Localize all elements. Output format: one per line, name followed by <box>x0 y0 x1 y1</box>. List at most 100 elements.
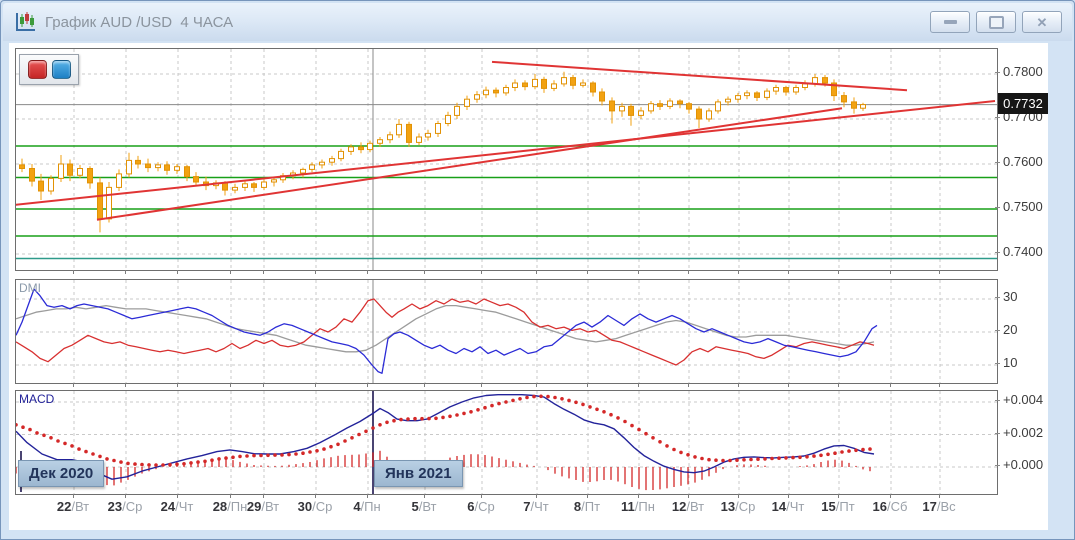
signal-dot <box>203 460 207 464</box>
dmi-axis-label: 10 <box>1003 355 1017 370</box>
signal-dot <box>238 455 242 459</box>
candle <box>861 105 866 109</box>
signal-dot <box>413 417 417 421</box>
signal-dot <box>168 463 172 467</box>
signal-dot <box>322 447 326 451</box>
signal-dot <box>112 459 116 463</box>
signal-dot <box>196 460 200 464</box>
candle <box>639 111 644 116</box>
candle <box>310 165 315 170</box>
signal-dot <box>742 458 746 462</box>
candle <box>330 159 335 163</box>
date-tick-label: 14/Чт <box>760 499 816 514</box>
date-tick-label: 29/Вт <box>235 499 291 514</box>
signal-dot <box>49 436 53 440</box>
tickmark <box>688 383 689 387</box>
date-tick-label: 12/Вт <box>660 499 716 514</box>
dmi-label: DMI <box>19 281 41 295</box>
candle <box>571 78 576 86</box>
signal-dot <box>847 449 851 453</box>
candle <box>407 124 412 142</box>
blue-marker-button[interactable] <box>52 60 71 79</box>
tickmark <box>536 270 537 274</box>
tickmark <box>638 494 639 498</box>
signal-dot <box>434 417 438 421</box>
candle <box>591 83 596 92</box>
date-tick-label: 8/Пт <box>559 499 615 514</box>
signal-dot <box>728 459 732 463</box>
candle <box>39 181 44 191</box>
signal-dot <box>637 428 641 432</box>
tickmark <box>177 270 178 274</box>
signal-dot <box>763 457 767 461</box>
signal-dot <box>630 424 634 428</box>
signal-dot <box>140 463 144 467</box>
tickmark <box>177 494 178 498</box>
signal-dot <box>210 458 214 462</box>
signal-dot <box>259 454 263 458</box>
signal-dot <box>385 421 389 425</box>
date-tick-label: 5/Вт <box>396 499 452 514</box>
candle <box>610 101 615 111</box>
window-titlebar[interactable]: График AUD /USD 4 ЧАСА ✕ <box>3 3 1072 41</box>
dmi-indicator-panel[interactable] <box>15 279 998 384</box>
candle <box>426 133 431 137</box>
signal-dot <box>602 410 606 414</box>
candle <box>494 90 499 93</box>
candle <box>784 88 789 93</box>
maximize-button[interactable] <box>976 11 1016 33</box>
tickmark <box>367 383 368 387</box>
signal-dot <box>574 401 578 405</box>
signal-dot <box>21 425 25 429</box>
tickmark <box>230 383 231 387</box>
signal-dot <box>686 453 690 457</box>
candle <box>117 174 122 188</box>
red-marker-button[interactable] <box>28 60 47 79</box>
candle <box>359 147 364 150</box>
tickmark <box>125 494 126 498</box>
close-button[interactable]: ✕ <box>1022 11 1062 33</box>
tickmark <box>73 383 74 387</box>
candle <box>852 102 857 108</box>
signal-dot <box>70 444 74 448</box>
candle <box>465 99 470 106</box>
tickmark <box>424 383 425 387</box>
signal-dot <box>84 450 88 454</box>
tickmark <box>481 270 482 274</box>
candle <box>842 96 847 102</box>
signal-dot <box>392 419 396 423</box>
signal-dot <box>819 454 823 458</box>
minimize-button[interactable] <box>930 11 970 33</box>
signal-dot <box>315 449 319 453</box>
candle <box>455 106 460 115</box>
candle <box>59 164 64 178</box>
candle <box>320 162 325 165</box>
price-chart-panel[interactable] <box>15 48 998 271</box>
signal-dot <box>714 458 718 462</box>
candle <box>223 183 228 190</box>
window-controls: ✕ <box>930 11 1062 33</box>
signal-dot <box>119 460 123 464</box>
signal-dot <box>63 442 67 446</box>
candle <box>349 147 354 152</box>
dmi-canvas <box>16 280 997 383</box>
date-tick-label: 16/Сб <box>862 499 918 514</box>
macd-indicator-panel[interactable] <box>15 390 998 495</box>
signal-dot <box>455 413 459 417</box>
candle <box>823 78 828 83</box>
signal-dot <box>805 455 809 459</box>
tickmark <box>125 270 126 274</box>
signal-dot <box>623 420 627 424</box>
signal-dot <box>560 397 564 401</box>
current-price-flag: 0.7732 <box>998 93 1048 114</box>
candle <box>378 140 383 144</box>
candle <box>542 79 547 88</box>
candle <box>523 83 528 87</box>
signal-dot <box>581 403 585 407</box>
signal-dot <box>273 453 277 457</box>
adx-line <box>16 306 874 352</box>
signal-dot <box>504 400 508 404</box>
candle <box>678 101 683 104</box>
candle <box>552 84 557 89</box>
signal-dot <box>511 399 515 403</box>
